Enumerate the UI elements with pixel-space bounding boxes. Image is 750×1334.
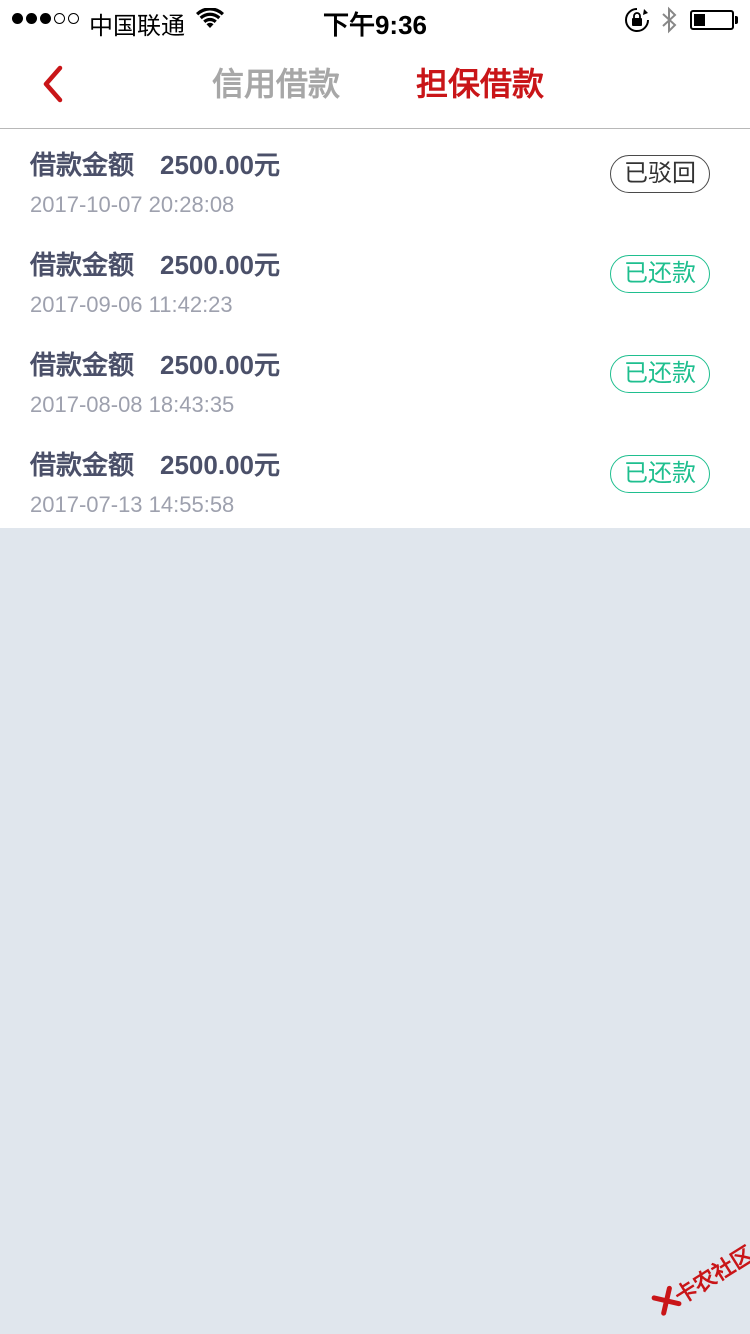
bluetooth-icon	[660, 6, 678, 39]
loan-date: 2017-08-08 18:43:35	[30, 392, 235, 417]
loan-amount-label: 借款金额	[30, 250, 135, 280]
tab-credit-loan[interactable]: 信用借款	[212, 64, 340, 104]
loan-row[interactable]: 借款金额 2500.00元 2017-10-07 20:28:08 已驳回	[0, 129, 750, 229]
battery-level	[694, 14, 705, 26]
status-badge: 已还款	[610, 455, 710, 493]
battery-tip	[735, 16, 738, 24]
loan-amount-label: 借款金额	[30, 150, 135, 180]
status-badge: 已还款	[610, 255, 710, 293]
loan-amount-value: 2500.00元	[160, 250, 280, 280]
battery-icon	[690, 10, 734, 30]
loan-row[interactable]: 借款金额 2500.00元 2017-08-08 18:43:35 已还款	[0, 329, 750, 429]
status-badge: 已还款	[610, 355, 710, 393]
status-badge: 已驳回	[610, 155, 710, 193]
loan-date: 2017-10-07 20:28:08	[30, 192, 235, 217]
nav-bar: 信用借款 担保借款	[0, 40, 750, 129]
loan-list: 借款金额 2500.00元 2017-10-07 20:28:08 已驳回 借款…	[0, 129, 750, 528]
watermark-text: 卡农社区	[670, 1242, 750, 1310]
loan-amount-value: 2500.00元	[160, 450, 280, 480]
loan-amount-label: 借款金额	[30, 350, 135, 380]
loan-row[interactable]: 借款金额 2500.00元 2017-07-13 14:55:58 已还款	[0, 429, 750, 529]
status-bar: 中国联通 下午9:36	[0, 0, 750, 40]
tab-guarantee-loan[interactable]: 担保借款	[416, 64, 544, 104]
loan-row[interactable]: 借款金额 2500.00元 2017-09-06 11:42:23 已还款	[0, 229, 750, 329]
loan-date: 2017-09-06 11:42:23	[30, 292, 233, 317]
back-button[interactable]	[30, 60, 78, 108]
loan-amount-label: 借款金额	[30, 450, 135, 480]
chevron-left-icon	[43, 65, 63, 103]
watermark-logo: 卡农社区	[638, 1227, 750, 1332]
loan-amount-value: 2500.00元	[160, 350, 280, 380]
loan-amount-value: 2500.00元	[160, 150, 280, 180]
rotation-lock-icon	[624, 7, 650, 38]
loan-date: 2017-07-13 14:55:58	[30, 492, 235, 517]
